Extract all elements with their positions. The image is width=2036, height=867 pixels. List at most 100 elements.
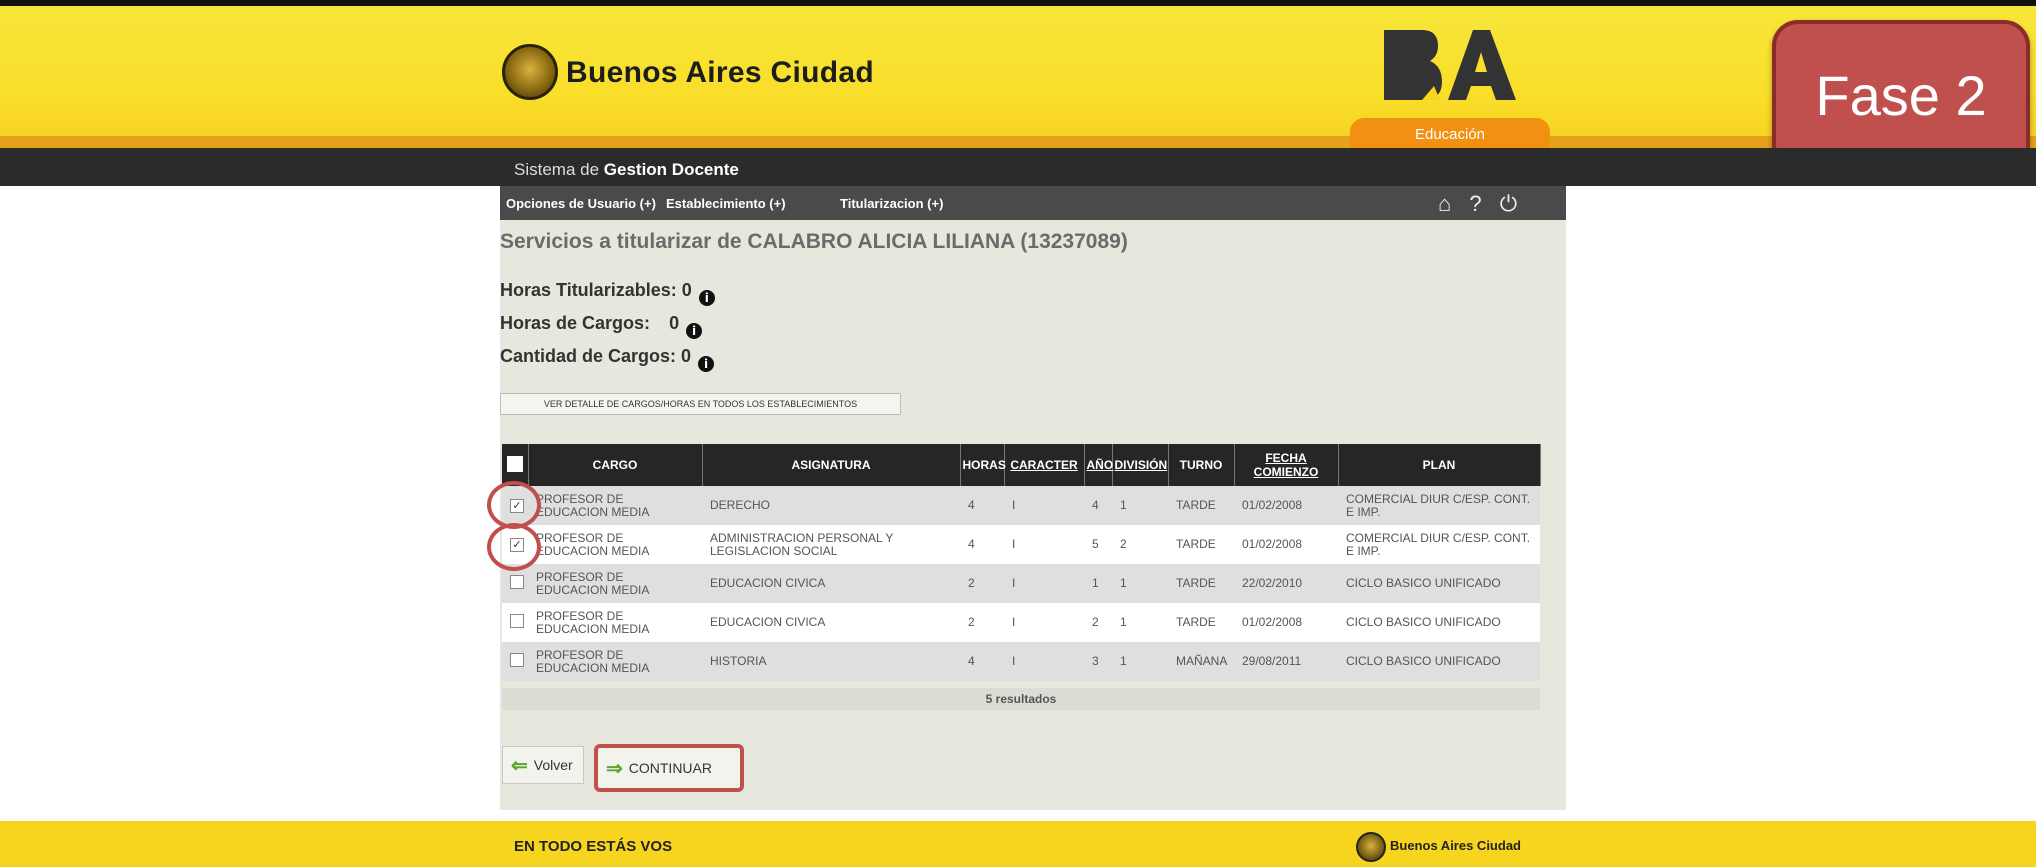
column-header-cargo: CARGO: [528, 444, 703, 486]
cell-caracter: I: [1004, 486, 1084, 525]
header-stripe: [0, 136, 2036, 148]
cell-horas: 4: [960, 525, 1004, 564]
forward-arrow-icon: ⇒: [606, 758, 623, 780]
cell-plan: CICLO BASICO UNIFICADO: [1338, 603, 1540, 642]
select-all-cell[interactable]: [502, 444, 529, 486]
footer-brand[interactable]: Buenos Aires Ciudad: [1390, 838, 1521, 853]
cell-plan: COMERCIAL DIUR C/ESP. CONT. E IMP.: [1338, 525, 1540, 564]
ba-logo: [1384, 30, 1516, 100]
table-row: PROFESOR DE EDUCACION MEDIA HISTORIA 4 I…: [502, 642, 1540, 681]
cell-horas: 2: [960, 564, 1004, 603]
row-checkbox[interactable]: [510, 575, 524, 589]
cell-asignatura: EDUCACION CIVICA: [702, 564, 960, 603]
system-title-prefix: Sistema de: [514, 160, 600, 179]
column-header-asignatura: ASIGNATURA: [702, 444, 961, 486]
column-header-caracter[interactable]: CARACTER: [1004, 444, 1085, 486]
stat-label: Horas Titularizables:: [500, 280, 677, 300]
info-icon[interactable]: i: [698, 290, 715, 306]
table-row: ✓ PROFESOR DE EDUCACION MEDIA DERECHO 4 …: [502, 486, 1540, 525]
cell-cargo: PROFESOR DE EDUCACION MEDIA: [528, 642, 702, 681]
cell-turno: TARDE: [1168, 564, 1234, 603]
cell-plan: CICLO BASICO UNIFICADO: [1338, 564, 1540, 603]
stat-cantidad-cargos: Cantidad de Cargos: 0 i: [500, 346, 715, 372]
stat-label: Horas de Cargos:: [500, 313, 651, 333]
system-title: Sistema de Gestion Docente: [514, 160, 739, 180]
cell-anio: 4: [1084, 486, 1112, 525]
cell-fecha: 22/02/2010: [1234, 564, 1338, 603]
column-header-fecha-comienzo[interactable]: FECHA COMIENZO: [1234, 444, 1339, 486]
cell-plan: CICLO BASICO UNIFICADO: [1338, 642, 1540, 681]
nav-item-opciones-usuario[interactable]: Opciones de Usuario (+): [506, 196, 656, 211]
cell-caracter: I: [1004, 642, 1084, 681]
stat-label: Cantidad de Cargos:: [500, 346, 677, 366]
nav-bar: [500, 186, 1566, 220]
view-detail-button[interactable]: VER DETALLE DE CARGOS/HORAS EN TODOS LOS…: [500, 393, 901, 415]
cell-division: 2: [1112, 525, 1168, 564]
row-checkbox[interactable]: [510, 614, 524, 628]
back-arrow-icon: ⇐: [511, 755, 528, 777]
info-icon[interactable]: i: [698, 356, 715, 372]
row-select-cell[interactable]: [502, 642, 528, 681]
services-table: CARGO ASIGNATURA HORAS CARACTER AÑO DIVI…: [502, 444, 1541, 681]
cell-turno: MAÑANA: [1168, 642, 1234, 681]
nav-item-establecimiento[interactable]: Establecimiento (+): [666, 196, 786, 211]
site-footer: [0, 821, 2036, 867]
annotation-circle: [487, 523, 541, 571]
back-button[interactable]: ⇐ Volver: [502, 746, 584, 784]
cell-asignatura: DERECHO: [702, 486, 960, 525]
cell-asignatura: EDUCACION CIVICA: [702, 603, 960, 642]
cell-division: 1: [1112, 603, 1168, 642]
city-seal-icon: [502, 44, 558, 100]
cell-fecha: 01/02/2008: [1234, 486, 1338, 525]
city-seal-icon: [1356, 832, 1386, 862]
info-icon[interactable]: i: [686, 323, 703, 339]
cell-horas: 4: [960, 642, 1004, 681]
cell-cargo: PROFESOR DE EDUCACION MEDIA: [528, 525, 702, 564]
cell-fecha: 01/02/2008: [1234, 525, 1338, 564]
page-title: Servicios a titularizar de CALABRO ALICI…: [500, 230, 1128, 253]
cell-horas: 2: [960, 603, 1004, 642]
continue-button[interactable]: ⇒ CONTINUAR: [594, 744, 744, 792]
brand-name[interactable]: Buenos Aires Ciudad: [566, 56, 874, 90]
cell-division: 1: [1112, 486, 1168, 525]
stat-horas-titularizables: Horas Titularizables: 0 i: [500, 280, 715, 306]
table-row: ✓ PROFESOR DE EDUCACION MEDIA ADMINISTRA…: [502, 525, 1540, 564]
system-title-bold: Gestion Docente: [603, 160, 739, 179]
column-header-turno: TURNO: [1168, 444, 1235, 486]
section-tab-educacion[interactable]: Educación: [1350, 118, 1550, 148]
cell-horas: 4: [960, 486, 1004, 525]
cell-turno: TARDE: [1168, 603, 1234, 642]
table-row: PROFESOR DE EDUCACION MEDIA EDUCACION CI…: [502, 564, 1540, 603]
column-header-anio[interactable]: AÑO: [1084, 444, 1113, 486]
cell-cargo: PROFESOR DE EDUCACION MEDIA: [528, 564, 702, 603]
cell-turno: TARDE: [1168, 525, 1234, 564]
results-count: 5 resultados: [502, 688, 1540, 710]
cell-asignatura: HISTORIA: [702, 642, 960, 681]
cell-asignatura: ADMINISTRACION PERSONAL Y LEGISLACION SO…: [702, 525, 960, 564]
column-header-division[interactable]: DIVISIÓN: [1112, 444, 1169, 486]
table-header-row: CARGO ASIGNATURA HORAS CARACTER AÑO DIVI…: [502, 444, 1541, 486]
table-row: PROFESOR DE EDUCACION MEDIA EDUCACION CI…: [502, 603, 1540, 642]
nav-icons[interactable]: ⌂ ? ⏻: [1438, 191, 1523, 217]
cell-caracter: I: [1004, 525, 1084, 564]
cell-turno: TARDE: [1168, 486, 1234, 525]
row-checkbox[interactable]: [510, 653, 524, 667]
stat-value: 0: [681, 346, 692, 366]
cell-fecha: 29/08/2011: [1234, 642, 1338, 681]
cell-cargo: PROFESOR DE EDUCACION MEDIA: [528, 603, 702, 642]
cell-anio: 5: [1084, 525, 1112, 564]
back-button-label: Volver: [533, 757, 573, 773]
column-header-plan: PLAN: [1338, 444, 1541, 486]
cell-division: 1: [1112, 642, 1168, 681]
nav-item-titularizacion[interactable]: Titularizacion (+): [840, 196, 943, 211]
footer-slogan: EN TODO ESTÁS VOS: [514, 838, 673, 855]
cell-cargo: PROFESOR DE EDUCACION MEDIA: [528, 486, 702, 525]
stat-value: 0: [669, 313, 680, 333]
cell-anio: 1: [1084, 564, 1112, 603]
row-select-cell[interactable]: [502, 603, 528, 642]
system-bar: [0, 148, 2036, 186]
annotation-circle: [487, 481, 541, 529]
continue-button-label: CONTINUAR: [628, 760, 712, 776]
cell-anio: 3: [1084, 642, 1112, 681]
select-all-checkbox[interactable]: [506, 455, 523, 472]
